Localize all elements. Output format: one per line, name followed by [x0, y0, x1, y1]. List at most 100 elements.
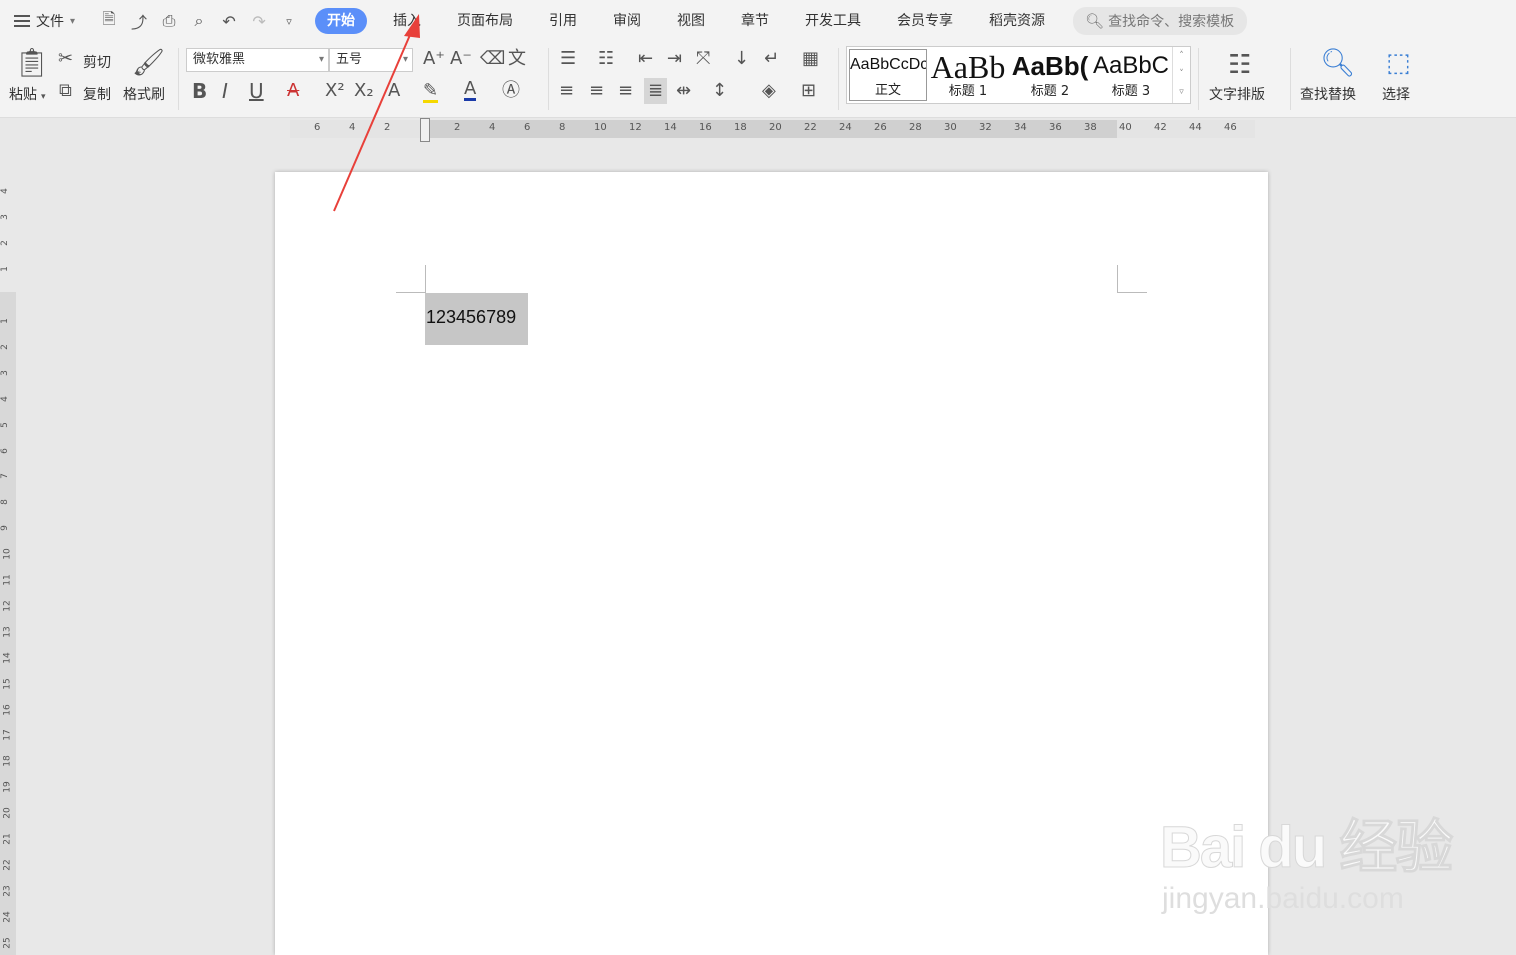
document-text[interactable]: 123456789 — [426, 307, 516, 328]
paste-icon[interactable]: 📋︎ — [14, 48, 50, 78]
distributed-icon[interactable]: ⇹ — [676, 82, 691, 100]
align-right-icon[interactable]: ≡ — [618, 82, 633, 100]
find-replace-button[interactable]: 查找替换 — [1300, 84, 1356, 104]
print-preview-icon[interactable]: ⌕ — [189, 11, 209, 31]
shading-icon[interactable]: ◈ — [762, 82, 776, 100]
font-color-icon[interactable]: A — [464, 80, 477, 101]
tab-9[interactable]: 稻壳资源 — [971, 8, 1063, 34]
justify-icon[interactable]: ≣ — [644, 78, 668, 104]
tab-1[interactable]: 插入 — [375, 8, 439, 34]
ruler-tick: 13 — [2, 626, 13, 638]
separator — [1290, 48, 1291, 110]
chevron-down-icon: ▾ — [318, 54, 324, 65]
select-icon[interactable]: ⬚ — [1386, 48, 1411, 78]
format-painter-icon[interactable]: 🖌︎ — [132, 48, 165, 78]
chevron-down-icon: ▾ — [70, 15, 76, 27]
font-name-select[interactable]: 微软雅黑 ▾ — [186, 48, 329, 72]
ruler-tick: 8 — [0, 499, 10, 506]
tab-0[interactable]: 开始 — [315, 8, 368, 34]
borders-icon[interactable]: ⊞ — [801, 82, 816, 100]
tab-7[interactable]: 开发工具 — [787, 8, 879, 34]
separator — [548, 48, 549, 110]
increase-indent-icon[interactable]: ⇥ — [667, 50, 682, 68]
bullet-list-icon[interactable]: ☰ — [560, 50, 576, 68]
style-normal[interactable]: AaBbCcDc 正文 — [849, 49, 927, 101]
font-size-select[interactable]: 五号 ▾ — [329, 48, 413, 72]
text-effect-icon[interactable]: A — [388, 82, 400, 100]
ruler-tick: 9 — [0, 525, 10, 532]
style-heading-1[interactable]: AaBb 标题 1 — [929, 49, 1007, 101]
decrease-indent-icon[interactable]: ⇤ — [638, 50, 653, 68]
ruler-tick: 18 — [734, 122, 747, 133]
format-painter-button[interactable]: 格式刷 — [123, 84, 165, 104]
redo-icon[interactable]: ↷ — [249, 12, 269, 31]
scissors-icon[interactable]: ✂ — [58, 50, 73, 68]
numbered-list-icon[interactable]: ☷ — [598, 50, 614, 68]
ruler-tick: 4 — [0, 395, 10, 402]
text-layout-button[interactable]: 文字排版 — [1209, 84, 1265, 104]
paragraph-marks-icon[interactable]: ↵ — [764, 50, 779, 68]
italic-icon[interactable]: I — [222, 81, 228, 101]
dropdown-arrow-icon[interactable]: ▾ — [41, 88, 46, 106]
ribbon-tabs: 开始 插入 页面布局 引用 审阅 视图 章节 开发工具 会员专享 稻壳资源 — [315, 8, 1063, 34]
chevron-down-icon: ▾ — [402, 54, 408, 65]
table-icon[interactable]: ▦ — [802, 50, 819, 68]
sort-icon[interactable]: ↓ — [734, 50, 749, 68]
watermark-url: jingyan.baidu.com — [1162, 882, 1404, 915]
copy-button[interactable]: 复制 — [83, 84, 111, 104]
paste-button[interactable]: 粘贴 — [9, 84, 37, 104]
ruler-tick: 22 — [2, 859, 13, 871]
clear-format-icon[interactable]: ⌫ — [480, 50, 505, 68]
cut-button[interactable]: 剪切 — [83, 52, 111, 72]
chinese-layout-icon[interactable]: ⤧ — [696, 50, 710, 68]
ruler-tick: 18 — [2, 755, 13, 768]
superscript-icon[interactable]: X² — [325, 82, 345, 100]
save-icon[interactable]: 🗎 — [99, 8, 119, 35]
style-heading-2[interactable]: AaBb( 标题 2 — [1011, 49, 1089, 101]
style-heading-3[interactable]: AaBbC 标题 3 — [1092, 49, 1170, 101]
copy-icon[interactable]: ⧉ — [59, 82, 72, 100]
ruler-tick: 22 — [804, 122, 817, 133]
tab-6[interactable]: 章节 — [723, 8, 787, 34]
undo-icon[interactable]: ↶ — [219, 12, 239, 31]
file-menu[interactable]: 文件 ▾ — [0, 6, 85, 36]
subscript-icon[interactable]: X₂ — [354, 82, 374, 100]
command-search[interactable]: 🔍︎ 查找命令、搜索模板 — [1073, 7, 1248, 35]
grow-font-icon[interactable]: A⁺ — [423, 50, 445, 68]
align-left-icon[interactable]: ≡ — [559, 82, 574, 100]
styles-scroll[interactable]: ˄ ˅ ▿ — [1172, 47, 1190, 103]
style-name: 标题 1 — [948, 84, 988, 99]
indent-marker[interactable] — [420, 118, 430, 142]
tab-2[interactable]: 页面布局 — [439, 8, 531, 34]
underline-icon[interactable]: U — [249, 81, 264, 101]
text-layout-icon[interactable]: ☷ — [1228, 50, 1251, 80]
print-icon[interactable]: ⎙ — [159, 11, 179, 31]
vertical-ruler[interactable]: 4 3 2 1 1 2 3 4 5 6 7 8 9 10 11 12 13 14 15 16 17 18 19 20 21 22 2… — [0, 160, 16, 955]
bold-icon[interactable]: B — [192, 81, 207, 101]
phonetic-guide-icon[interactable]: 文 — [508, 50, 526, 68]
horizontal-ruler[interactable]: 6 4 2 2 4 6 8 10 12 14 16 18 20 22 24 26 28 30 32 34 36 38 40 4… — [290, 118, 1255, 142]
ruler-tick: 28 — [909, 122, 922, 133]
customize-icon[interactable]: ▿ — [279, 15, 299, 28]
ruler-tick: 26 — [874, 122, 887, 133]
ruler-tick: 4 — [0, 188, 10, 194]
char-border-icon[interactable]: Ⓐ — [502, 82, 520, 100]
align-center-icon[interactable]: ≡ — [589, 82, 604, 100]
ruler-tick: 44 — [1189, 122, 1202, 133]
ruler-tick: 24 — [839, 122, 852, 133]
share-icon[interactable]: ⤴ — [129, 9, 149, 33]
tab-8[interactable]: 会员专享 — [879, 8, 971, 34]
select-button[interactable]: 选择 — [1382, 84, 1410, 104]
ruler-tick: 17 — [2, 729, 13, 742]
file-menu-label: 文件 — [36, 14, 64, 30]
strikethrough-icon[interactable]: A — [287, 82, 299, 100]
tab-5[interactable]: 视图 — [659, 8, 723, 34]
document-page[interactable]: 123456789 — [275, 172, 1268, 955]
line-spacing-icon[interactable]: ↕ — [712, 82, 727, 100]
shrink-font-icon[interactable]: A⁻ — [450, 50, 472, 68]
tab-3[interactable]: 引用 — [531, 8, 595, 34]
tab-4[interactable]: 审阅 — [595, 8, 659, 34]
find-replace-icon[interactable]: 🔍︎ — [1320, 48, 1356, 78]
style-name: 正文 — [874, 83, 901, 98]
highlight-icon[interactable]: ✎ — [423, 82, 439, 103]
